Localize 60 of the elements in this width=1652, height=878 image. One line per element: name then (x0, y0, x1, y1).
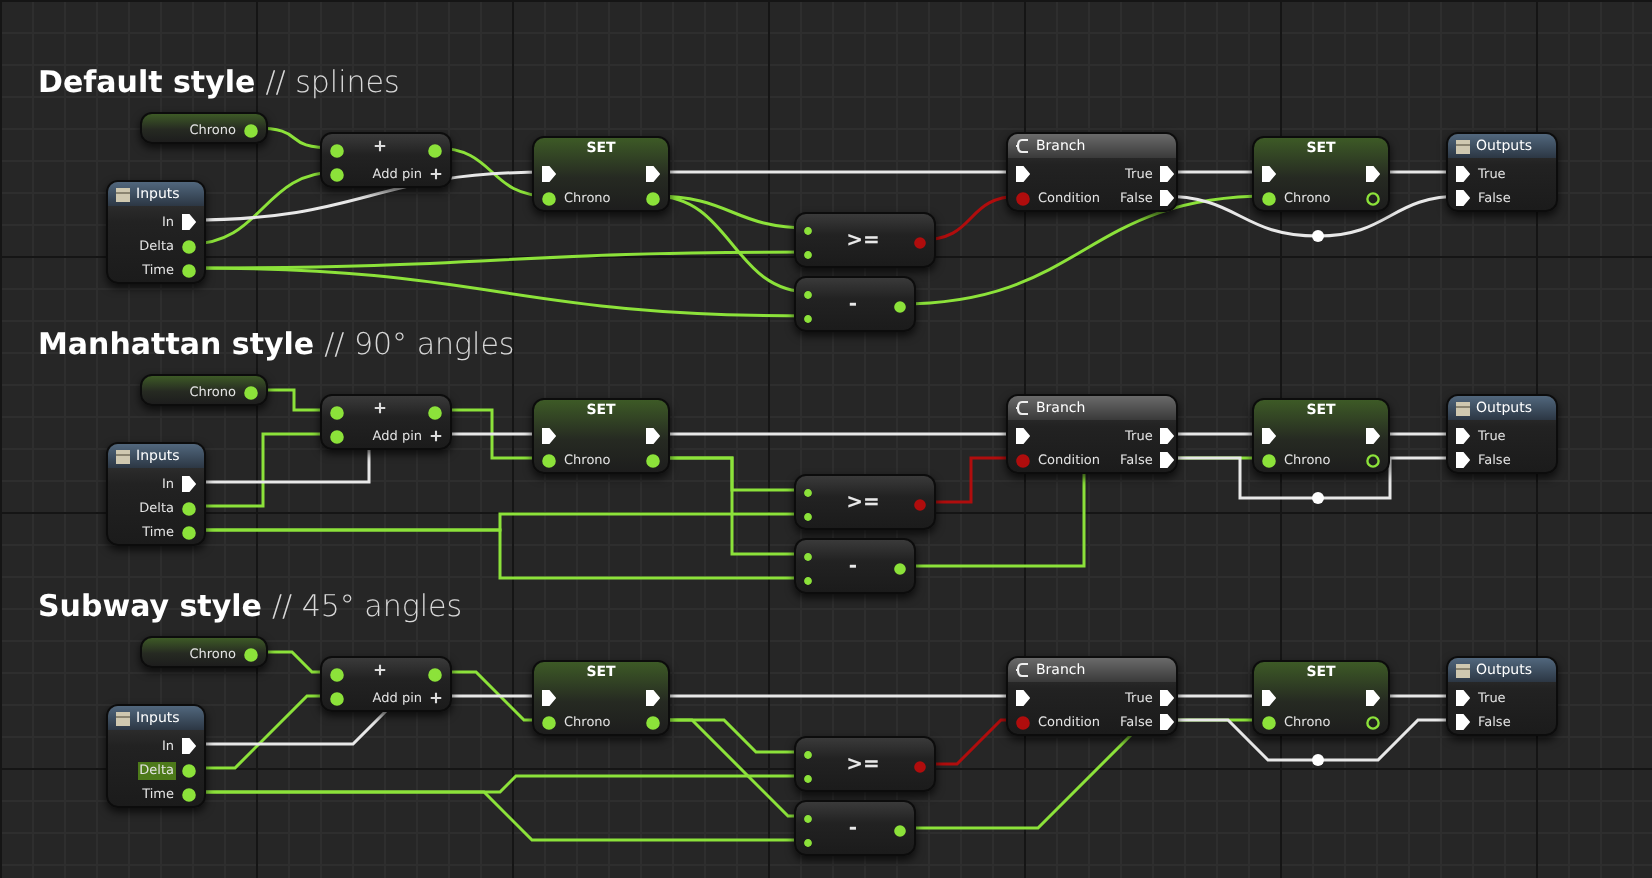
node-icon (116, 449, 130, 463)
operator-symbol: >= (846, 754, 880, 778)
operator-symbol: - (848, 556, 858, 580)
exec-pin-icon[interactable] (1262, 428, 1276, 444)
exec-pin-icon[interactable] (182, 738, 196, 754)
reroute-knot-icon[interactable] (1312, 754, 1324, 766)
exec-pin-icon[interactable] (1016, 166, 1030, 182)
exec-pin-icon[interactable] (1160, 190, 1175, 206)
section-subtitle: // 90° angles (324, 326, 515, 362)
exec-pin-icon[interactable] (1160, 166, 1175, 182)
exec-pin-icon[interactable] (1456, 690, 1470, 706)
node-icon (1456, 663, 1470, 677)
exec-pin-icon[interactable] (1160, 690, 1175, 706)
section-subtitle: // splines (265, 64, 400, 100)
exec-pin-icon[interactable] (1262, 166, 1276, 182)
node-icon (116, 187, 130, 201)
operator-symbol: >= (846, 230, 880, 254)
exec-pin-icon[interactable] (1160, 714, 1175, 730)
exec-pin-icon[interactable] (542, 428, 556, 444)
section-title: Manhattan style (38, 326, 315, 362)
node-icon (1456, 401, 1470, 415)
exec-pin-icon[interactable] (646, 166, 660, 182)
exec-pin-icon[interactable] (646, 690, 660, 706)
exec-pin-icon[interactable] (1016, 428, 1030, 444)
exec-pin-icon[interactable] (1160, 428, 1175, 444)
exec-pin-icon[interactable] (1456, 166, 1470, 182)
exec-pin-icon[interactable] (1456, 190, 1470, 206)
branch-icon (1016, 138, 1030, 154)
exec-pin-icon[interactable] (1456, 428, 1470, 444)
exec-pin-icon[interactable] (1262, 690, 1276, 706)
exec-pin-icon[interactable] (1456, 714, 1470, 730)
plus-icon (430, 430, 442, 442)
branch-icon (1016, 662, 1030, 678)
plus-icon (374, 402, 386, 414)
exec-pin-icon[interactable] (542, 690, 556, 706)
branch-icon (1016, 400, 1030, 416)
node-icon (116, 711, 130, 725)
exec-pin-icon[interactable] (1366, 428, 1380, 444)
exec-pin-icon[interactable] (1160, 452, 1175, 468)
plus-icon (430, 692, 442, 704)
section-title: Default style (38, 64, 256, 100)
exec-pin-icon[interactable] (1366, 166, 1380, 182)
plus-icon (430, 168, 442, 180)
exec-pin-icon[interactable] (182, 476, 196, 492)
plus-icon (374, 140, 386, 152)
section-title: Subway style (38, 588, 262, 624)
plus-icon (374, 664, 386, 676)
exec-pin-icon[interactable] (1016, 690, 1030, 706)
exec-pin-icon[interactable] (542, 166, 556, 182)
operator-symbol: - (848, 818, 858, 842)
reroute-knot-icon[interactable] (1312, 230, 1324, 242)
operator-symbol: - (848, 294, 858, 318)
exec-pin-icon[interactable] (182, 214, 196, 230)
exec-pin-icon[interactable] (1456, 452, 1470, 468)
node-icon (1456, 139, 1470, 153)
operator-symbol: >= (846, 492, 880, 516)
section-subtitle: // 45° angles (271, 588, 463, 624)
reroute-knot-icon[interactable] (1312, 492, 1324, 504)
exec-pin-icon[interactable] (1366, 690, 1380, 706)
exec-pin-icon[interactable] (646, 428, 660, 444)
